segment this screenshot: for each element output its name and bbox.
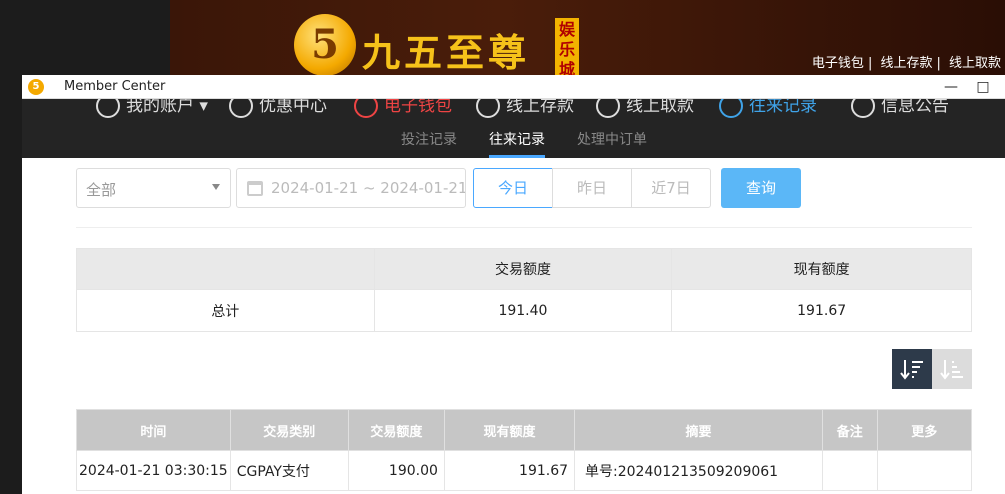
- tab-transactions[interactable]: 往来记录: [489, 129, 545, 149]
- nav-item-promotions[interactable]: 优惠中心: [229, 99, 327, 118]
- summary-header-row: 交易额度 现有额度: [76, 248, 972, 290]
- filter-bar: 全部 2024-01-21 ~ 2024-01-21 今日 昨日 近7日 查询: [22, 168, 1005, 210]
- chevron-down-icon: [212, 184, 220, 190]
- brand-name: 九五至尊: [362, 30, 531, 75]
- header-note: 备注: [821, 409, 878, 451]
- header-more: 更多: [876, 409, 973, 451]
- top-link-wallet[interactable]: 电子钱包: [812, 56, 864, 71]
- main-nav: 我的账户 ▾ 优惠中心 电子钱包 线上存款 线上取款 往来记录 信息公告: [22, 99, 1005, 119]
- top-link-deposit[interactable]: 线上存款: [880, 56, 932, 71]
- type-select-value: 全部: [86, 181, 117, 199]
- header-time: 时间: [76, 409, 231, 451]
- nav-item-wallet[interactable]: 电子钱包: [354, 99, 452, 118]
- summary-balance: 191.67: [671, 289, 972, 332]
- nav-item-transactions[interactable]: 往来记录: [719, 99, 817, 118]
- nav-item-label: 线上取款: [626, 99, 694, 116]
- top-links: 电子钱包 | 线上存款 | 线上取款: [811, 56, 1001, 71]
- query-button[interactable]: 查询: [721, 168, 801, 208]
- nav-item-label: 我的账户 ▾: [126, 99, 208, 116]
- window-title: Member Center: [64, 79, 166, 94]
- sort-ascending-icon: [940, 360, 963, 380]
- sort-asc-button[interactable]: [932, 349, 972, 389]
- nav-item-label: 信息公告: [881, 99, 949, 116]
- cell-more[interactable]: [876, 450, 973, 491]
- transactions-header-row: 时间 交易类别 交易额度 现有额度 摘要 备注 更多: [76, 409, 973, 451]
- nav-item-label: 优惠中心: [259, 99, 327, 116]
- header-balance: 现有额度: [443, 409, 576, 451]
- brand-logo-icon: 5: [294, 14, 356, 76]
- type-select[interactable]: 全部: [76, 168, 231, 208]
- today-button[interactable]: 今日: [473, 168, 553, 208]
- top-link-withdraw[interactable]: 线上取款: [949, 56, 1001, 71]
- cell-time: 2024-01-21 03:30:15: [76, 450, 231, 491]
- nav-item-announcements[interactable]: 信息公告: [851, 99, 949, 118]
- divider: [76, 227, 972, 228]
- nav-item-label: 电子钱包: [384, 99, 452, 116]
- withdraw-icon: [596, 99, 620, 118]
- date-range-input[interactable]: 2024-01-21 ~ 2024-01-21: [236, 168, 466, 208]
- yesterday-button[interactable]: 昨日: [552, 168, 632, 208]
- brand-tag: 娱乐城: [555, 18, 579, 79]
- header-type: 交易类别: [229, 409, 349, 451]
- cell-summary: 单号:202401213509209061: [574, 450, 823, 491]
- nav-item-account[interactable]: 我的账户 ▾: [96, 99, 208, 118]
- date-range-value: 2024-01-21 ~ 2024-01-21: [271, 179, 466, 197]
- cell-balance: 191.67: [443, 450, 576, 491]
- member-center-window: 5 Member Center — □ 我的账户 ▾ 优惠中心 电子钱包 线上存…: [22, 75, 1005, 494]
- nav-item-deposit[interactable]: 线上存款: [476, 99, 574, 118]
- sort-descending-icon: [900, 360, 923, 380]
- cell-amount: 190.00: [347, 450, 445, 491]
- table-row: 2024-01-21 03:30:15 CGPAY支付 190.00 191.6…: [76, 450, 973, 491]
- sub-nav: 投注记录 往来记录 处理中订单: [22, 119, 1005, 158]
- tab-bet-records[interactable]: 投注记录: [401, 129, 457, 149]
- summary-row: 总计 191.40 191.67: [76, 289, 972, 332]
- summary-header-empty: [76, 248, 375, 290]
- sort-desc-button[interactable]: [892, 349, 932, 389]
- app-icon: 5: [28, 78, 44, 95]
- header-amount: 交易额度: [347, 409, 445, 451]
- nav-item-label: 往来记录: [749, 99, 817, 116]
- window-titlebar: 5 Member Center — □: [22, 75, 1005, 99]
- summary-table: 交易额度 现有额度 总计 191.40 191.67: [76, 248, 972, 332]
- nav-item-label: 线上存款: [506, 99, 574, 116]
- header-summary: 摘要: [574, 409, 823, 451]
- tab-pending-orders[interactable]: 处理中订单: [577, 129, 647, 149]
- nav-item-withdraw[interactable]: 线上取款: [596, 99, 694, 118]
- wallet-icon: [354, 99, 378, 118]
- maximize-button[interactable]: □: [967, 77, 999, 97]
- summary-label: 总计: [76, 289, 375, 332]
- summary-header-amount: 交易额度: [373, 248, 673, 290]
- deposit-icon: [476, 99, 500, 118]
- calendar-icon: [247, 181, 263, 196]
- minimize-button[interactable]: —: [935, 77, 967, 97]
- window-controls: — □: [935, 77, 999, 97]
- last-7-days-button[interactable]: 近7日: [631, 168, 711, 208]
- user-icon: [96, 99, 120, 118]
- transactions-table: 时间 交易类别 交易额度 现有额度 摘要 备注 更多 2024-01-21 03…: [76, 409, 973, 491]
- cell-type: CGPAY支付: [229, 450, 349, 491]
- megaphone-icon: [851, 99, 875, 118]
- cell-note: [821, 450, 878, 491]
- active-tab-indicator: [489, 155, 545, 158]
- summary-amount: 191.40: [373, 289, 673, 332]
- gift-icon: [229, 99, 253, 118]
- records-icon: [719, 99, 743, 118]
- summary-header-balance: 现有额度: [671, 248, 972, 290]
